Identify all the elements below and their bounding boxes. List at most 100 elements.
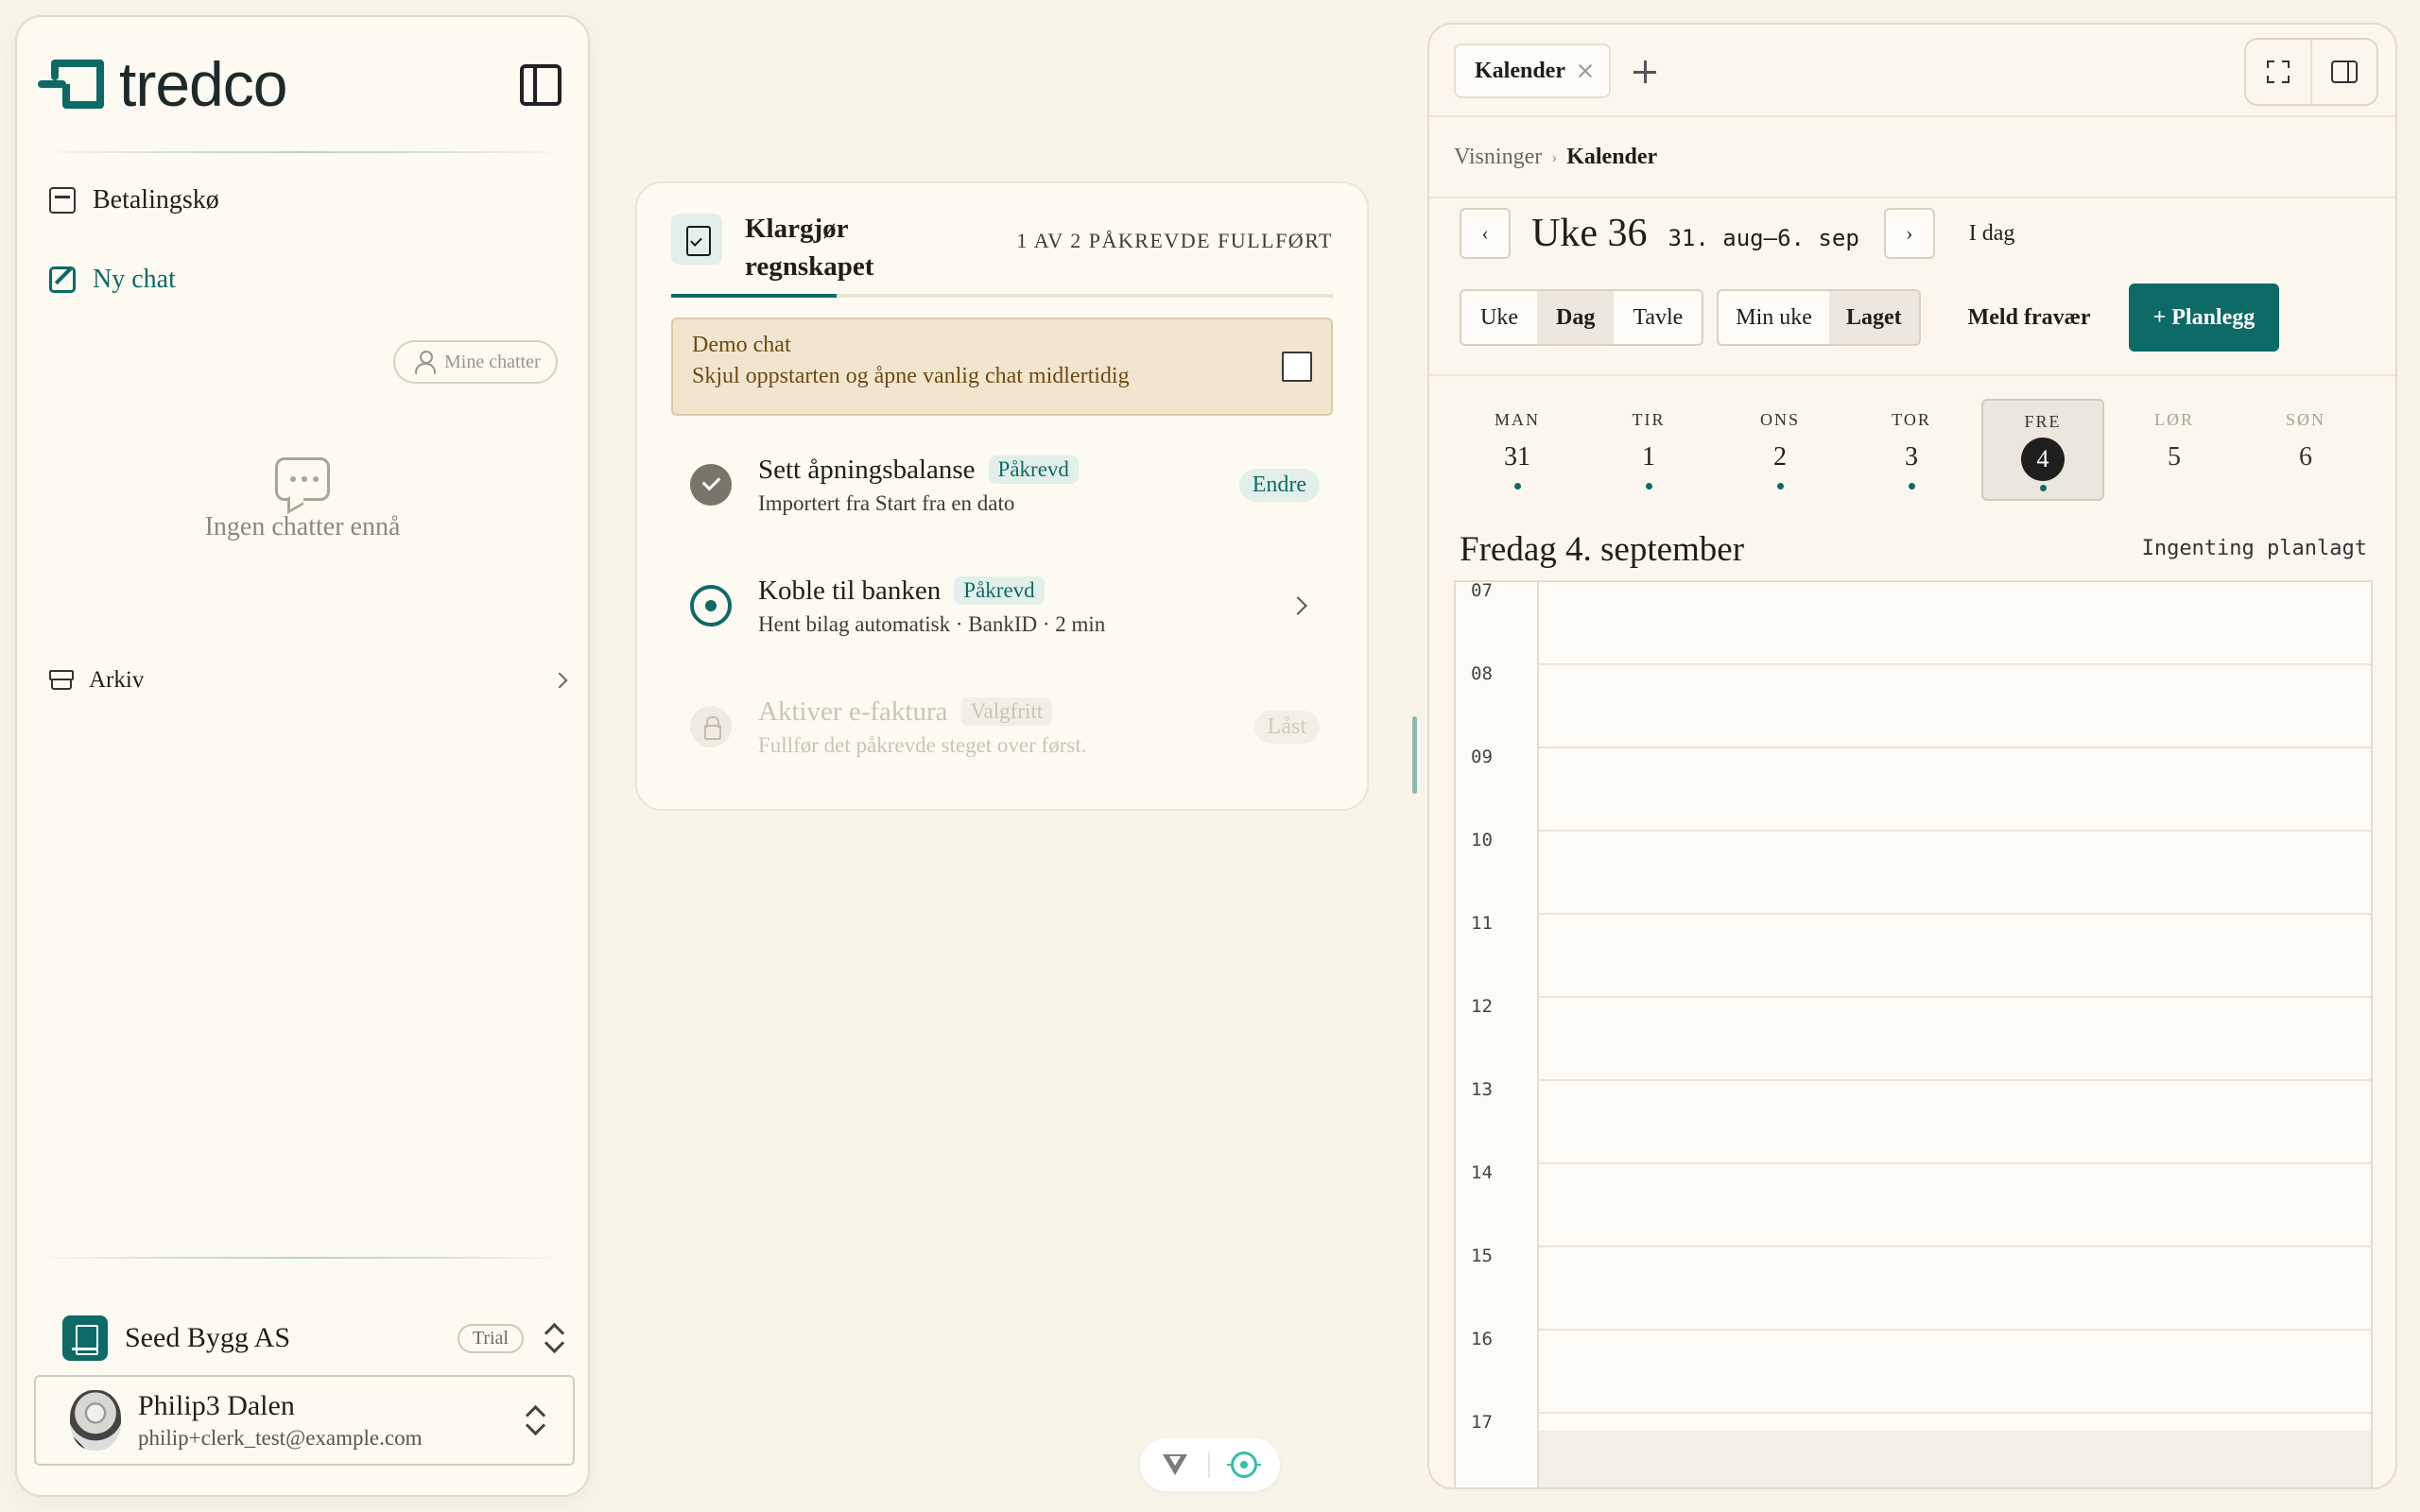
- panel-resize-handle[interactable]: [1412, 716, 1417, 794]
- breadcrumb-parent[interactable]: Visninger: [1454, 145, 1542, 170]
- chevron-up-down-icon: [526, 1404, 544, 1436]
- day-lør[interactable]: LØR 5: [2113, 399, 2236, 501]
- hour-label: 10: [1471, 830, 1493, 850]
- demo-chat-banner[interactable]: Demo chat Skjul oppstarten og åpne vanli…: [671, 318, 1333, 416]
- empty-chats-state: Ingen chatter ennå: [17, 457, 588, 542]
- day-number: 3: [1905, 438, 1918, 477]
- hour-line: [1539, 1079, 2371, 1081]
- prev-week-button[interactable]: ‹: [1460, 208, 1511, 259]
- step-subtitle: Fullfør det påkrevde steget over først.: [758, 732, 1087, 757]
- step-title: Sett åpningsbalanse: [758, 454, 976, 485]
- scope-team[interactable]: Laget: [1828, 291, 1919, 344]
- empty-chats-text: Ingen chatter ennå: [204, 512, 401, 541]
- day-number: 1: [1642, 438, 1655, 477]
- panel-toggle-button[interactable]: [2312, 40, 2377, 104]
- hour-label: 16: [1471, 1329, 1493, 1349]
- day-tir[interactable]: TIR 1: [1587, 399, 1710, 501]
- edit-step-button[interactable]: Endre: [1238, 468, 1320, 502]
- today-button[interactable]: I dag: [1969, 221, 2015, 247]
- edit-icon: [49, 266, 76, 293]
- day-number: 4: [2021, 438, 2065, 481]
- hour-line: [1539, 830, 2371, 832]
- tab-calendar[interactable]: Kalender: [1454, 43, 1611, 98]
- next-week-button[interactable]: ›: [1883, 208, 1935, 259]
- day-number-text: 2: [1773, 442, 1787, 472]
- hour-line: [1539, 1162, 2371, 1164]
- scope-toggle: Min uke Laget: [1717, 289, 1921, 346]
- day-number: 5: [2168, 438, 2181, 477]
- tab-bar: Kalender: [1429, 25, 2395, 117]
- tab-label: Kalender: [1475, 58, 1565, 83]
- step-connect-bank[interactable]: Koble til banken Påkrevd Hent bilag auto…: [671, 563, 1333, 648]
- day-ons[interactable]: ONS 2: [1719, 399, 1841, 501]
- day-abbr: TOR: [1892, 410, 1931, 429]
- hour-label: 14: [1471, 1162, 1493, 1183]
- day-abbr: MAN: [1494, 410, 1540, 429]
- hour-label: 09: [1471, 747, 1493, 767]
- hour-label: 07: [1471, 580, 1493, 601]
- vue-logo-icon[interactable]: [1163, 1454, 1187, 1475]
- sidebar-toggle-icon[interactable]: [520, 64, 562, 106]
- day-man[interactable]: MAN 31: [1456, 399, 1579, 501]
- crosshair-icon[interactable]: [1227, 1452, 1261, 1478]
- close-icon[interactable]: [1579, 64, 1592, 77]
- required-badge: Påkrevd: [954, 576, 1045, 605]
- hour-label: 17: [1471, 1412, 1493, 1433]
- week-navigation: ‹ Uke 36 31. aug–6. sep › I dag: [1460, 208, 2014, 259]
- divider: [36, 151, 569, 153]
- nav-item-archive[interactable]: Arkiv: [49, 667, 568, 694]
- expand-button[interactable]: [2246, 40, 2312, 104]
- nav-item-payment-queue[interactable]: Betalingskø: [49, 185, 219, 215]
- report-absence-button[interactable]: Meld fravær: [1968, 305, 2091, 331]
- my-chats-label: Mine chatter: [444, 351, 541, 372]
- step-subtitle: Importert fra Start fra en dato: [758, 490, 1015, 515]
- hour-line: [1539, 913, 2371, 915]
- devtools-pill: [1140, 1438, 1280, 1491]
- view-day[interactable]: Dag: [1536, 291, 1615, 344]
- org-name: Seed Bygg AS: [125, 1322, 291, 1353]
- panel-right-icon: [2331, 60, 2358, 83]
- hour-gutter: [1456, 582, 1539, 1487]
- required-badge: Påkrevd: [988, 455, 1079, 484]
- locked-status: Låst: [1253, 710, 1320, 744]
- view-week[interactable]: Uke: [1461, 291, 1537, 344]
- day-abbr: LØR: [2154, 410, 2194, 429]
- scope-my-week[interactable]: Min uke: [1719, 291, 1829, 344]
- optional-badge: Valgfritt: [960, 697, 1053, 726]
- nav-item-label: Arkiv: [89, 667, 145, 693]
- setup-checklist-card: Klargjør regnskapet 1 AV 2 PÅKREVDE FULL…: [635, 181, 1369, 811]
- view-board[interactable]: Tavle: [1614, 291, 1702, 344]
- day-number: 6: [2299, 438, 2312, 477]
- event-dot: [1645, 483, 1652, 490]
- day-tor[interactable]: TOR 3: [1850, 399, 1973, 501]
- day-strip: MAN 31 TIR 1 ONS 2 TOR 3 FRE 4 LØR 5 SØN 6: [1456, 399, 2367, 501]
- hour-label: 08: [1471, 663, 1493, 684]
- day-fre[interactable]: FRE 4: [1981, 399, 2104, 501]
- day-number-text: 31: [1504, 442, 1530, 472]
- week-title: Uke 36: [1531, 212, 1648, 255]
- user-name: Philip3 Dalen: [138, 1390, 295, 1421]
- sidebar: tredco Betalingskø Ny chat Mine chatter …: [15, 15, 590, 1497]
- org-switcher[interactable]: Seed Bygg AS Trial: [62, 1315, 563, 1361]
- breadcrumb: Visninger › Kalender: [1429, 117, 2395, 198]
- user-menu[interactable]: Philip3 Dalen philip+clerk_test@example.…: [34, 1375, 575, 1466]
- step-title: Koble til banken: [758, 575, 942, 606]
- calendar-panel: Kalender Visninger › Kalender ‹ Uke 36 3…: [1427, 23, 2397, 1489]
- add-tab-icon[interactable]: [1634, 60, 1656, 83]
- my-chats-filter-button[interactable]: Mine chatter: [393, 340, 558, 384]
- logo[interactable]: tredco: [34, 49, 287, 119]
- day-timeline[interactable]: 07 08 09 10 11 12 13 14 15 16 17: [1454, 580, 2373, 1487]
- progress-bar-fill: [671, 294, 837, 298]
- demo-chat-checkbox[interactable]: [1282, 352, 1312, 382]
- hour-label: 11: [1471, 913, 1493, 934]
- step-title: Aktiver e-faktura: [758, 696, 948, 727]
- event-dot: [2039, 485, 2047, 491]
- day-number-text: 4: [2021, 438, 2065, 481]
- after-hours-area: [1539, 1431, 2371, 1487]
- plan-button[interactable]: + Planlegg: [2128, 284, 2280, 352]
- logo-text: tredco: [119, 49, 287, 119]
- archive-icon: [49, 670, 74, 690]
- new-chat-button[interactable]: Ny chat: [49, 265, 176, 295]
- day-søn[interactable]: SØN 6: [2244, 399, 2367, 501]
- divider: [1429, 374, 2395, 376]
